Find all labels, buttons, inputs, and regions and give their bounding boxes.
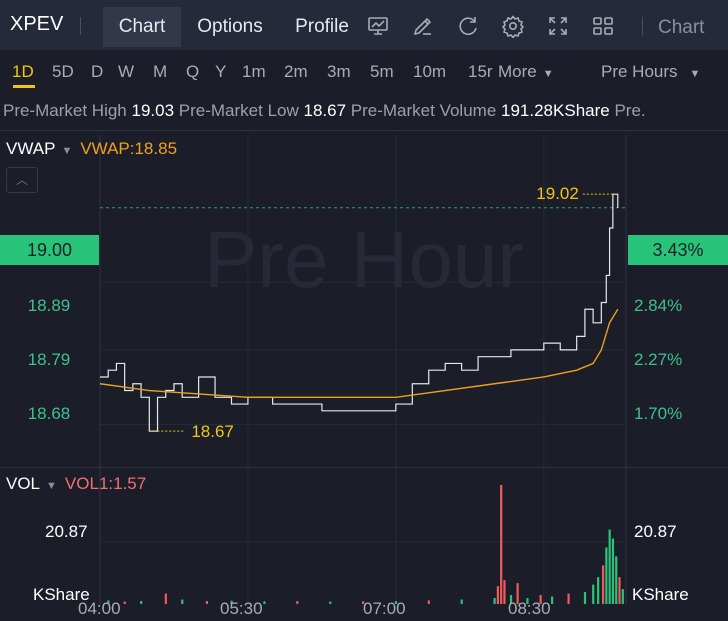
low-annotation: 18.67 <box>191 422 234 441</box>
volume-axis-tick: 20.87 <box>45 522 88 541</box>
volume-bar <box>615 556 618 604</box>
price-axis-tick: 18.79 <box>27 350 71 369</box>
volume-bar <box>123 601 126 604</box>
vwap-indicator-name: VWAP <box>6 139 56 158</box>
volume-bar <box>427 600 430 604</box>
volume-bar <box>608 529 611 604</box>
percent-axis-tick: 2.27% <box>634 350 683 369</box>
volume-bar <box>140 601 143 604</box>
volume-bar <box>583 592 587 604</box>
current-change-badge: 3.43% <box>628 235 728 265</box>
volume-bar <box>551 596 554 604</box>
volume-bar <box>164 593 167 604</box>
caret-down-icon[interactable]: ▼ <box>61 145 72 157</box>
vol-indicator-value: VOL1:1.57 <box>64 474 147 493</box>
vwap-indicator-row[interactable]: VWAP ▼ VWAP:18.85 <box>6 139 177 159</box>
time-axis-tick: 04:00 <box>78 599 121 618</box>
volume-bar <box>592 584 595 604</box>
volume-bar <box>329 601 332 604</box>
volume-bar <box>597 577 600 604</box>
price-axis-tick: 18.89 <box>27 296 71 315</box>
vol-indicator-name: VOL <box>6 474 41 493</box>
vol-indicator-row[interactable]: VOL ▼ VOL1:1.57 <box>6 474 146 494</box>
volume-bar <box>181 599 184 604</box>
divider <box>0 467 728 468</box>
caret-down-icon[interactable]: ▼ <box>46 480 57 492</box>
chart-grid <box>99 135 627 604</box>
volume-bar <box>263 601 266 604</box>
volume-bar <box>611 538 615 604</box>
percent-axis-tick: 2.84% <box>634 296 683 315</box>
volume-bar <box>460 599 463 604</box>
volume-bars <box>107 484 624 604</box>
price-chart[interactable]: Pre Hour 19.02 18.67 <box>0 0 728 621</box>
volume-bar <box>205 601 209 604</box>
volume-bar <box>601 565 605 604</box>
volume-bar <box>567 593 570 604</box>
collapse-indicator-button[interactable]: ︿ <box>6 167 38 193</box>
volume-bar <box>500 484 503 604</box>
volume-axis-tick: 20.87 <box>634 522 677 541</box>
high-annotation: 19.02 <box>536 184 579 203</box>
time-axis-tick: 07:00 <box>363 599 406 618</box>
vwap-indicator-value: VWAP:18.85 <box>80 139 178 158</box>
volume-bar <box>503 580 506 604</box>
time-axis-tick: 05:30 <box>220 599 263 618</box>
watermark-text: Pre Hour <box>204 215 524 304</box>
volume-bar <box>621 589 624 604</box>
volume-bar <box>496 586 499 604</box>
volume-bar <box>605 547 608 604</box>
volume-bar <box>618 577 621 604</box>
chevron-up-icon: ︿ <box>15 173 28 187</box>
price-axis-tick: 18.68 <box>27 404 71 423</box>
volume-bar <box>296 601 299 604</box>
volume-bar <box>493 598 496 604</box>
volume-axis-unit: KShare <box>632 585 689 604</box>
percent-axis-tick: 1.70% <box>634 404 683 423</box>
current-price-badge: 19.00 <box>0 235 99 265</box>
time-axis-tick: 08:30 <box>508 599 551 618</box>
